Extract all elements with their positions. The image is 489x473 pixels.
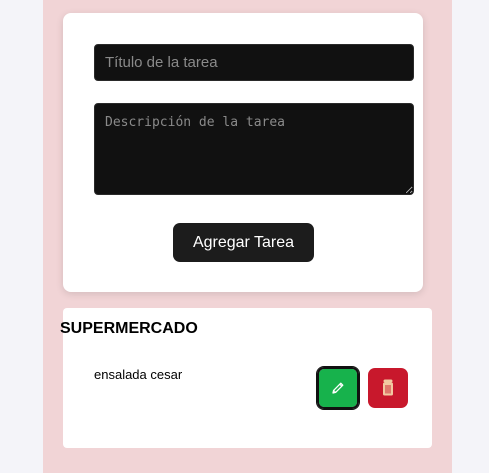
trash-icon	[381, 379, 395, 397]
delete-task-button[interactable]	[368, 368, 408, 408]
task-title-input[interactable]	[94, 44, 414, 81]
task-description-input[interactable]	[94, 103, 414, 195]
add-task-button[interactable]: Agregar Tarea	[173, 223, 314, 262]
edit-task-button[interactable]	[317, 367, 359, 409]
category-title: SUPERMERCADO	[60, 320, 198, 337]
task-item-text: ensalada cesar	[94, 367, 183, 382]
pencil-icon	[330, 380, 346, 396]
